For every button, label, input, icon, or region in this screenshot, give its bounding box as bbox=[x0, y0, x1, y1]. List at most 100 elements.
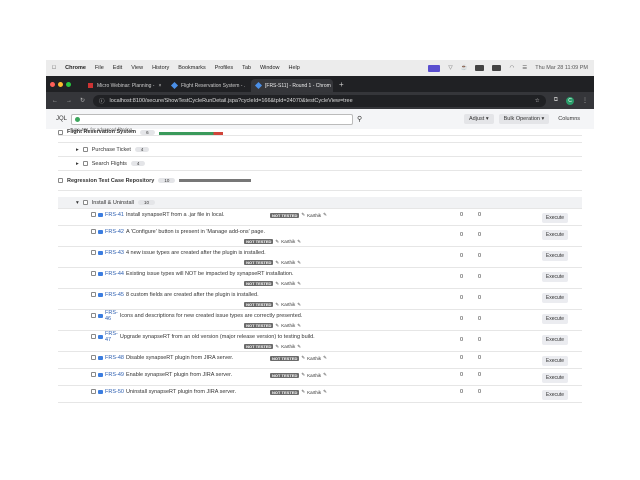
issue-key-link[interactable]: FRS-43 bbox=[105, 250, 124, 256]
menu-history[interactable]: History bbox=[152, 65, 169, 71]
battery-icon[interactable] bbox=[475, 65, 485, 71]
edit-icon[interactable]: ✎ bbox=[323, 372, 327, 378]
tab-micro-webinar[interactable]: Micro Webinar: Planning - × bbox=[83, 79, 165, 92]
issue-key-link[interactable]: FRS-46 bbox=[105, 310, 118, 322]
issue-key-link[interactable]: FRS-44 bbox=[105, 271, 124, 277]
menu-view[interactable]: View bbox=[131, 65, 143, 71]
execute-button[interactable]: Execute bbox=[541, 230, 568, 240]
menu-profiles[interactable]: Profiles bbox=[215, 65, 233, 71]
issue-key-link[interactable]: FRS-42 bbox=[105, 229, 124, 235]
execute-button[interactable]: Execute bbox=[541, 335, 568, 345]
execute-button[interactable]: Execute bbox=[541, 390, 568, 400]
tree-node-install-uninstall[interactable]: ▾ Install & Uninstall 10 bbox=[58, 197, 582, 209]
checkbox[interactable] bbox=[91, 313, 96, 318]
tree-node-flight-reservation[interactable]: Flight Reservation System 6 bbox=[58, 129, 582, 136]
menu-file[interactable]: File bbox=[95, 65, 104, 71]
clock[interactable]: Thu Mar 28 11:09 PM bbox=[535, 65, 588, 71]
more-icon[interactable]: ⋮ bbox=[582, 97, 588, 104]
edit-icon[interactable]: ✎ bbox=[275, 281, 279, 287]
edit-icon[interactable]: ✎ bbox=[275, 323, 279, 329]
menu-help[interactable]: Help bbox=[289, 65, 300, 71]
checkbox[interactable] bbox=[91, 212, 96, 217]
edit-icon[interactable]: ✎ bbox=[301, 212, 305, 218]
window-controls[interactable] bbox=[50, 81, 71, 87]
edit-icon[interactable]: ✎ bbox=[275, 302, 279, 308]
tree-node-regression[interactable]: Regression Test Case Repository 10 bbox=[58, 171, 582, 191]
checkbox[interactable] bbox=[91, 250, 96, 255]
jql-input[interactable] bbox=[71, 113, 354, 125]
columns-button[interactable]: Columns bbox=[554, 116, 584, 122]
forward-icon[interactable]: → bbox=[66, 98, 72, 104]
status-badge[interactable]: NOT TESTED bbox=[244, 281, 274, 286]
issue-key-link[interactable]: FRS-48 bbox=[105, 355, 124, 361]
status-badge[interactable]: NOT TESTED bbox=[270, 372, 300, 378]
issue-key-link[interactable]: FRS-47 bbox=[105, 331, 118, 343]
apple-icon[interactable]:  bbox=[52, 65, 56, 71]
edit-icon[interactable]: ✎ bbox=[323, 389, 327, 395]
back-icon[interactable]: ← bbox=[52, 98, 58, 104]
menu-edit[interactable]: Edit bbox=[113, 65, 122, 71]
status-badge[interactable]: NOT TESTED bbox=[244, 323, 274, 328]
keyboard-icon[interactable] bbox=[492, 65, 502, 71]
expand-icon[interactable]: ▸ bbox=[76, 147, 79, 153]
execute-button[interactable]: Execute bbox=[541, 356, 568, 366]
vpn-icon[interactable]: ▽ bbox=[448, 65, 452, 71]
execute-button[interactable]: Execute bbox=[541, 373, 568, 383]
edit-icon[interactable]: ✎ bbox=[297, 239, 301, 245]
issue-key-link[interactable]: FRS-49 bbox=[105, 372, 124, 378]
tab-flight-reservation[interactable]: Flight Reservation System - .× bbox=[167, 79, 249, 92]
menu-app[interactable]: Chrome bbox=[65, 65, 86, 71]
status-badge[interactable]: NOT TESTED bbox=[244, 239, 274, 244]
edit-icon[interactable]: ✎ bbox=[297, 260, 301, 266]
edit-icon[interactable]: ✎ bbox=[297, 344, 301, 350]
menu-tab[interactable]: Tab bbox=[242, 65, 251, 71]
status-badge[interactable]: NOT TESTED bbox=[270, 355, 300, 361]
adjust-button[interactable]: Adjust ▾ bbox=[464, 114, 494, 124]
edit-icon[interactable]: ✎ bbox=[301, 355, 305, 361]
checkbox[interactable] bbox=[91, 229, 96, 234]
execute-button[interactable]: Execute bbox=[541, 293, 568, 303]
tab-frs-s11[interactable]: [FRS-S11] - Round 1 - Chrom× bbox=[251, 79, 333, 92]
checkbox[interactable] bbox=[91, 355, 96, 360]
edit-icon[interactable]: ✎ bbox=[297, 281, 301, 287]
new-tab-icon[interactable]: + bbox=[339, 80, 344, 89]
tree-node-search-flights[interactable]: ▸ Search Flights 4 bbox=[58, 157, 582, 171]
edit-icon[interactable]: ✎ bbox=[275, 239, 279, 245]
edit-icon[interactable]: ✎ bbox=[301, 372, 305, 378]
status-badge[interactable]: NOT TESTED bbox=[244, 260, 274, 265]
issue-key-link[interactable]: FRS-41 bbox=[105, 212, 124, 218]
execute-button[interactable]: Execute bbox=[541, 314, 568, 324]
checkbox[interactable] bbox=[91, 292, 96, 297]
checkbox[interactable] bbox=[91, 271, 96, 276]
checkbox[interactable] bbox=[91, 372, 96, 377]
bulk-operation-button[interactable]: Bulk Operation ▾ bbox=[498, 114, 550, 124]
checkbox[interactable] bbox=[58, 130, 63, 135]
issue-key-link[interactable]: FRS-50 bbox=[105, 389, 124, 395]
execute-button[interactable]: Execute bbox=[541, 213, 568, 223]
tree-node-purchase-ticket[interactable]: ▸ Purchase Ticket 4 bbox=[58, 143, 582, 157]
execute-button[interactable]: Execute bbox=[541, 251, 568, 261]
screen-record-icon[interactable] bbox=[428, 64, 441, 72]
edit-icon[interactable]: ✎ bbox=[301, 389, 305, 395]
profile-avatar[interactable]: C bbox=[566, 96, 574, 105]
wifi-icon[interactable]: ◠ bbox=[509, 65, 514, 71]
menu-bookmarks[interactable]: Bookmarks bbox=[178, 65, 206, 71]
checkbox[interactable] bbox=[82, 200, 88, 205]
checkbox[interactable] bbox=[58, 178, 63, 183]
control-center-icon[interactable]: ☰ bbox=[522, 65, 527, 71]
execute-button[interactable]: Execute bbox=[541, 272, 568, 282]
edit-icon[interactable]: ✎ bbox=[275, 260, 279, 266]
checkbox[interactable] bbox=[91, 334, 96, 339]
edit-icon[interactable]: ✎ bbox=[323, 355, 327, 361]
star-icon[interactable]: ☆ bbox=[535, 98, 540, 104]
collapse-icon[interactable]: ▾ bbox=[76, 200, 79, 206]
status-badge[interactable]: NOT TESTED bbox=[270, 212, 300, 218]
issue-key-link[interactable]: FRS-45 bbox=[105, 292, 124, 298]
coffee-icon[interactable]: ☕ bbox=[461, 65, 468, 71]
close-icon[interactable]: × bbox=[158, 83, 161, 89]
edit-icon[interactable]: ✎ bbox=[275, 344, 279, 350]
edit-icon[interactable]: ✎ bbox=[323, 212, 327, 218]
url-input[interactable]: ⓘ localhost:8100/secure/ShowTestCycleRunD… bbox=[93, 94, 546, 107]
status-badge[interactable]: NOT TESTED bbox=[270, 389, 300, 395]
status-badge[interactable]: NOT TESTED bbox=[244, 302, 274, 307]
